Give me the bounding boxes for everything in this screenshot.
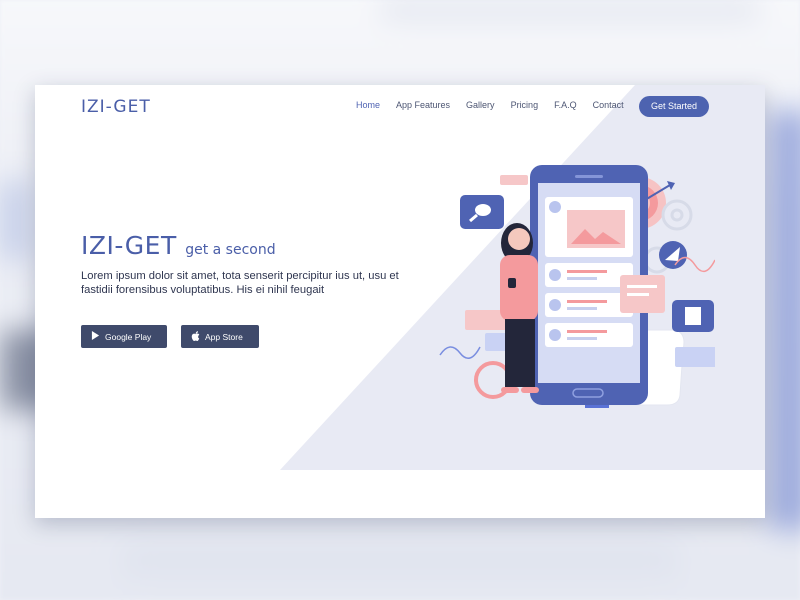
pizza-icon	[659, 241, 687, 269]
hero-illustration	[439, 165, 715, 408]
app-store-label: App Store	[205, 331, 243, 342]
hero-title: IZI-GET get a second	[81, 231, 276, 260]
pink-tag	[500, 175, 528, 185]
get-started-button[interactable]: Get Started	[639, 96, 709, 117]
nav-item-contact[interactable]: Contact	[593, 100, 624, 110]
top-navigation: IZI-GET Home App Features Gallery Pricin…	[35, 85, 765, 129]
nav-item-home[interactable]: Home	[356, 100, 380, 110]
drumstick-food-icon	[460, 195, 504, 229]
nav-item-app-features[interactable]: App Features	[396, 100, 450, 110]
wave-line-left	[439, 346, 481, 359]
hero-tagline: get a second	[185, 242, 276, 258]
app-store-button[interactable]: App Store	[181, 325, 259, 348]
nav-item-pricing[interactable]: Pricing	[511, 100, 539, 110]
google-play-label: Google Play	[105, 331, 152, 342]
fries-icon	[672, 300, 714, 332]
hero-description: Lorem ipsum dolor sit amet, tota senseri…	[81, 270, 399, 296]
nav-item-gallery[interactable]: Gallery	[466, 100, 495, 110]
play-icon	[91, 331, 100, 342]
landing-page-frame: IZI-GET Home App Features Gallery Pricin…	[35, 85, 765, 518]
blue-message-card	[675, 347, 715, 367]
apple-icon	[191, 330, 200, 343]
nav-menu: Home App Features Gallery Pricing F.A.Q …	[356, 100, 624, 110]
footer-strip	[35, 470, 765, 518]
brand-logo[interactable]: IZI-GET	[81, 97, 151, 117]
google-play-button[interactable]: Google Play	[81, 325, 167, 348]
hero-heading: IZI-GET	[81, 231, 177, 260]
nav-item-faq[interactable]: F.A.Q	[554, 100, 577, 110]
